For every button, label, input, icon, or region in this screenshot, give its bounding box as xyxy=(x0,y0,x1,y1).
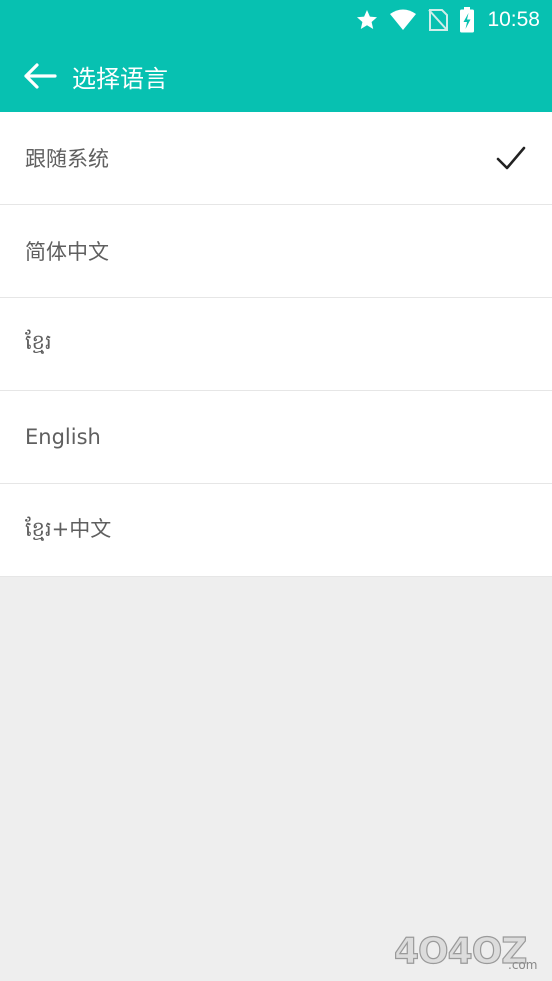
language-label: English xyxy=(25,425,101,449)
language-item-simplified-chinese[interactable]: 简体中文 xyxy=(0,205,552,298)
status-icons: 10:58 xyxy=(345,4,540,36)
language-item-khmer-chinese[interactable]: ខ្មែរ+中文 xyxy=(0,484,552,577)
app-header: 10:58 选择语言 xyxy=(0,0,552,112)
star-icon xyxy=(355,8,379,32)
language-item-khmer[interactable]: ខ្មែរ xyxy=(0,298,552,391)
page-title: 选择语言 xyxy=(72,64,168,93)
watermark-logo: 4O4OZ .com xyxy=(393,930,537,972)
toolbar: 选择语言 xyxy=(0,40,552,112)
language-label: ខ្មែរ xyxy=(25,329,52,354)
language-list: 跟随系统 简体中文 ខ្មែរ English ខ្មែរ+中文 xyxy=(0,112,552,577)
check-icon xyxy=(496,146,526,170)
status-time: 10:58 xyxy=(487,8,540,31)
arrow-left-icon xyxy=(24,63,57,89)
wifi-icon xyxy=(389,8,417,32)
language-item-follow-system[interactable]: 跟随系统 xyxy=(0,112,552,205)
status-bar: 10:58 xyxy=(0,0,552,40)
language-label: ខ្មែរ+中文 xyxy=(25,517,112,541)
svg-text:.com: .com xyxy=(508,958,537,972)
language-label: 跟随系统 xyxy=(25,147,109,171)
no-sim-icon xyxy=(427,8,449,32)
language-label: 简体中文 xyxy=(25,240,109,264)
language-item-english[interactable]: English xyxy=(0,391,552,484)
back-button[interactable] xyxy=(4,40,76,112)
battery-charging-icon xyxy=(459,7,475,33)
svg-text:4O4OZ: 4O4OZ xyxy=(394,931,526,972)
